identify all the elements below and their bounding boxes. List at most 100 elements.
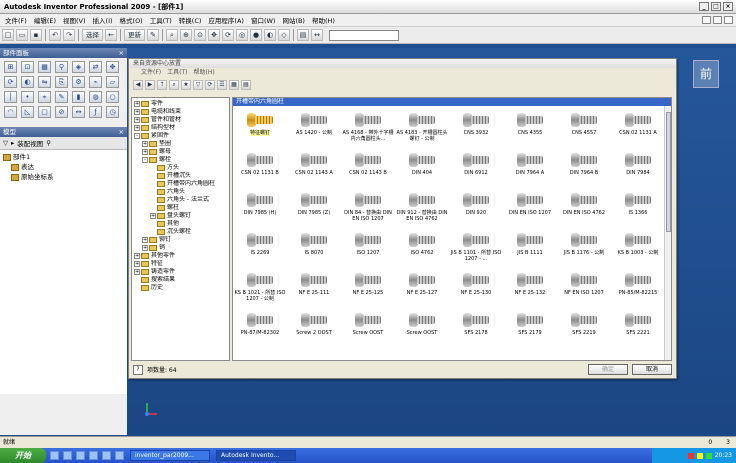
family-item[interactable]: ISO 4762 bbox=[395, 228, 449, 268]
family-item[interactable]: DIN 7985 (Z) bbox=[287, 188, 341, 228]
fillet-icon[interactable]: ◠ bbox=[4, 106, 17, 118]
sketch-icon[interactable]: ✎ bbox=[55, 91, 68, 103]
open-icon[interactable]: ▭ bbox=[16, 29, 28, 41]
family-item[interactable]: CNS 4557 bbox=[557, 108, 611, 148]
tree-node[interactable]: + 结构型材 bbox=[134, 124, 227, 132]
close-icon[interactable]: × bbox=[119, 48, 127, 58]
family-item[interactable]: DIN 920 bbox=[449, 188, 503, 228]
extrude-icon[interactable]: ▮ bbox=[72, 91, 85, 103]
family-item[interactable]: ISO 1207 bbox=[341, 228, 395, 268]
weld-icon[interactable]: ⌁ bbox=[89, 76, 102, 88]
menu-format[interactable]: 格式(O) bbox=[117, 15, 146, 25]
filter-icon[interactable]: ▽ bbox=[3, 139, 8, 147]
chamfer-icon[interactable]: ◺ bbox=[21, 106, 34, 118]
rotate-icon[interactable]: ⟳ bbox=[4, 76, 17, 88]
family-item[interactable]: DIN 7964 A bbox=[503, 148, 557, 188]
tree-node[interactable]: 方头 bbox=[134, 164, 227, 172]
menu-help[interactable]: 帮助(H) bbox=[309, 15, 338, 25]
start-button[interactable]: 开始 bbox=[0, 448, 46, 463]
help-icon[interactable]: ? bbox=[133, 364, 143, 375]
family-item[interactable]: PN-85/M-82215 bbox=[611, 268, 665, 308]
expand-icon[interactable]: + bbox=[134, 116, 140, 123]
family-item[interactable]: KS B 1003 - 公制 bbox=[611, 228, 665, 268]
bolt-icon[interactable]: ⚙ bbox=[72, 76, 85, 88]
section-icon[interactable]: ◐ bbox=[21, 76, 34, 88]
menu-file[interactable]: 文件(F) bbox=[2, 15, 30, 25]
create-component-icon[interactable]: ⊡ bbox=[21, 61, 34, 73]
param-icon[interactable]: ƒ bbox=[89, 106, 102, 118]
family-item[interactable]: CNS 3932 bbox=[449, 108, 503, 148]
zoom-window-icon[interactable]: ⊕ bbox=[180, 29, 192, 41]
menu-insert[interactable]: 插入(I) bbox=[90, 15, 116, 25]
place-from-center-icon[interactable]: ◈ bbox=[72, 61, 85, 73]
expand-icon[interactable]: + bbox=[142, 244, 148, 251]
view-mode-icon[interactable]: ▦ bbox=[229, 80, 239, 90]
family-item[interactable]: AS 1420 - 公制 bbox=[287, 108, 341, 148]
family-item[interactable]: Screw 2 OOST bbox=[287, 308, 341, 348]
tree-node[interactable]: 历史 bbox=[134, 284, 227, 292]
family-item[interactable]: NF EN ISO 1207 bbox=[557, 268, 611, 308]
tree-node[interactable]: + 管件和管材 bbox=[134, 116, 227, 124]
family-item[interactable]: Screw OOST bbox=[395, 308, 449, 348]
expand-icon[interactable]: + bbox=[134, 268, 140, 275]
tree-node[interactable]: + 特征 bbox=[134, 260, 227, 268]
quicklaunch-icon[interactable] bbox=[89, 451, 98, 460]
family-item[interactable]: DIN 912 - 替换由 DIN EN ISO 4762 bbox=[395, 188, 449, 228]
tree-node[interactable]: + 销 bbox=[134, 244, 227, 252]
quicklaunch-icon[interactable] bbox=[115, 451, 124, 460]
tree-node[interactable]: 搜索结果 bbox=[134, 276, 227, 284]
close-icon[interactable]: × bbox=[119, 127, 127, 137]
perspective-icon[interactable]: ◇ bbox=[278, 29, 290, 41]
tree-node[interactable]: 沉头螺栓 bbox=[134, 228, 227, 236]
save-icon[interactable]: ▪ bbox=[30, 29, 42, 41]
measure-icon[interactable]: ↔ bbox=[311, 29, 323, 41]
quicklaunch-icon[interactable] bbox=[102, 451, 111, 460]
family-item[interactable]: DIN 404 bbox=[395, 148, 449, 188]
forward-icon[interactable]: ▶ bbox=[145, 80, 155, 90]
update-button[interactable]: 更新 bbox=[124, 29, 145, 41]
family-item[interactable]: KS B 1021 - 所替 ISO 1207 - 公制 bbox=[233, 268, 287, 308]
view-cube-icon[interactable]: 前 bbox=[693, 60, 719, 88]
task-inventor[interactable]: Autodesk Invento... bbox=[216, 450, 296, 461]
family-item[interactable]: NF E 25-125 bbox=[341, 268, 395, 308]
menu-edit[interactable]: 编辑(E) bbox=[31, 15, 59, 25]
details-icon[interactable]: ▤ bbox=[241, 80, 251, 90]
family-item[interactable]: DIN 7964 B bbox=[557, 148, 611, 188]
family-item[interactable]: PN-87/M-82302 bbox=[233, 308, 287, 348]
dialog-menu-tools[interactable]: 工具(T) bbox=[167, 68, 187, 78]
tree-node[interactable]: + 电缆和线束 bbox=[134, 108, 227, 116]
ok-button[interactable]: 确定 bbox=[588, 364, 628, 375]
work-plane-icon[interactable]: ▱ bbox=[106, 76, 119, 88]
menu-tools[interactable]: 工具(T) bbox=[147, 15, 175, 25]
menu-view[interactable]: 视图(V) bbox=[60, 15, 89, 25]
tree-node[interactable]: 开槽沉头 bbox=[134, 172, 227, 180]
clock-icon[interactable]: ◷ bbox=[106, 106, 119, 118]
family-item[interactable]: CNS 4355 bbox=[503, 108, 557, 148]
shadow-icon[interactable]: ◐ bbox=[264, 29, 276, 41]
family-item[interactable]: 特征螺钉 bbox=[233, 108, 287, 148]
family-item[interactable]: SFS 2179 bbox=[503, 308, 557, 348]
move-icon[interactable]: ✥ bbox=[106, 61, 119, 73]
close-button[interactable]: × bbox=[723, 2, 733, 11]
tree-node[interactable]: + 零件 bbox=[134, 100, 227, 108]
zoom-icon[interactable]: ⊙ bbox=[194, 29, 206, 41]
browser-node[interactable]: 部件1 bbox=[3, 152, 124, 162]
tree-node[interactable]: 六角头 - 法兰式 bbox=[134, 196, 227, 204]
quicklaunch-icon[interactable] bbox=[63, 451, 72, 460]
pattern-icon[interactable]: ▦ bbox=[38, 61, 51, 73]
split-icon[interactable]: ⊘ bbox=[55, 106, 68, 118]
zoom-all-icon[interactable]: ⌕ bbox=[166, 29, 178, 41]
tree-node[interactable]: - 螺栓 bbox=[134, 156, 227, 164]
tray-icon[interactable] bbox=[687, 452, 694, 459]
expand-icon[interactable]: + bbox=[134, 260, 140, 267]
favorites-icon[interactable]: ★ bbox=[181, 80, 191, 90]
undo-icon[interactable]: ↶ bbox=[49, 29, 61, 41]
new-icon[interactable]: □ bbox=[2, 29, 14, 41]
family-item[interactable]: DIN EN ISO 4762 bbox=[557, 188, 611, 228]
quicklaunch-icon[interactable] bbox=[50, 451, 59, 460]
work-point-icon[interactable]: • bbox=[21, 91, 34, 103]
tree-node[interactable]: + 铆钉 bbox=[134, 236, 227, 244]
replace-icon[interactable]: ⇄ bbox=[89, 61, 102, 73]
family-item[interactable]: SFS 2219 bbox=[557, 308, 611, 348]
expand-icon[interactable]: ▸ bbox=[11, 139, 14, 147]
